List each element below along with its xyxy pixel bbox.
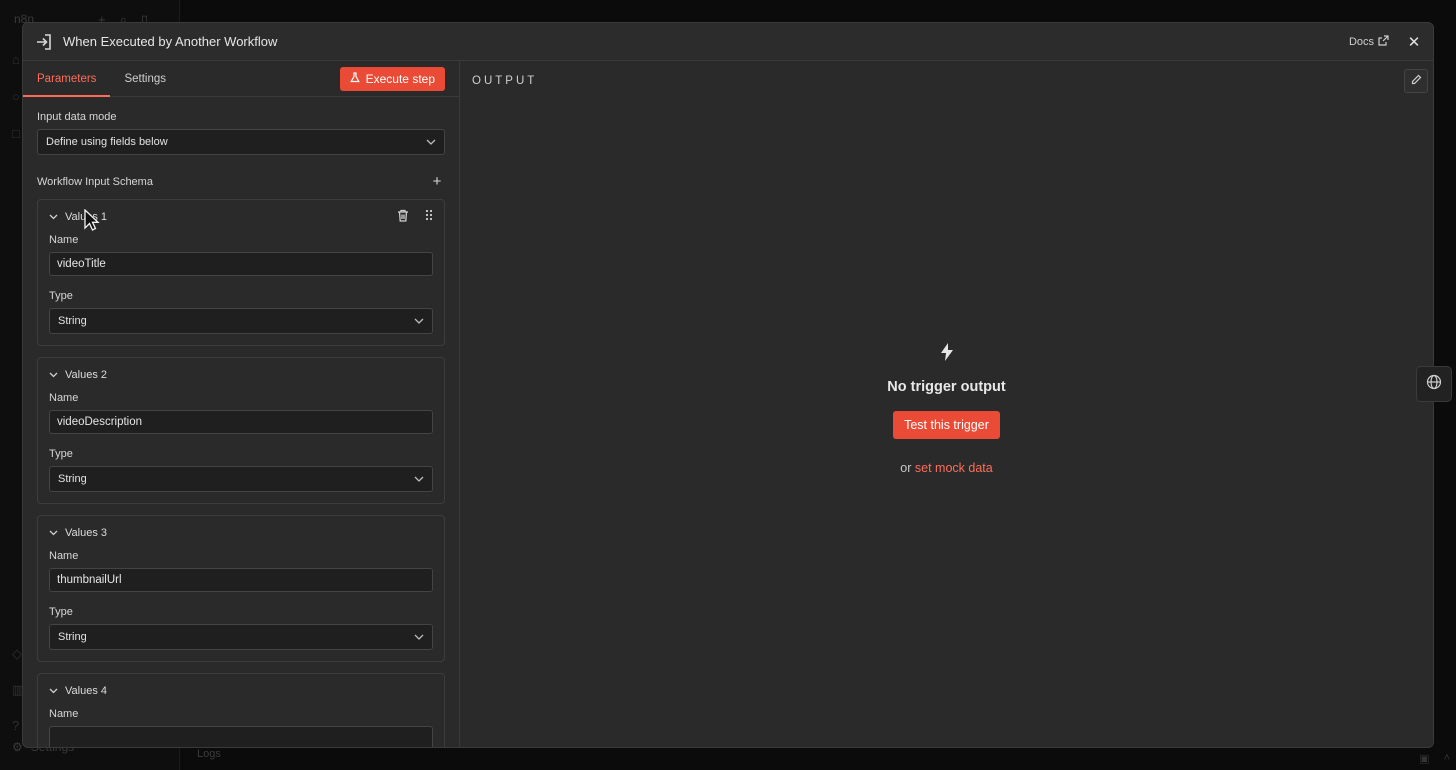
name-label: Name [49,550,79,562]
value-card: Values 4 Name [37,673,445,747]
value-card-header: Values 3 [49,524,433,541]
type-value: String [58,473,87,485]
name-input[interactable]: videoTitle [49,252,433,276]
value-card: Values 1 Name videoTitle Type String [37,199,445,346]
parameters-panel: Parameters Settings Execute step Input d… [23,61,460,747]
value-card-title: Values 2 [65,368,107,381]
docs-label: Docs [1348,35,1374,48]
or-text: or [900,461,912,475]
type-select[interactable]: String [49,308,433,334]
name-label: Name [49,234,79,246]
type-select[interactable]: String [49,624,433,650]
logs-label: Logs [197,748,221,760]
output-panel: OUTPUT No trigger output Test this trigg… [460,61,1433,747]
flask-icon [349,72,360,86]
value-card-title: Values 3 [65,526,107,539]
empty-state-title: No trigger output [887,379,1006,395]
workflow-input-schema-header: Workflow Input Schema + [37,173,445,190]
copy-icon: ▣ [1419,753,1430,765]
external-link-icon [1378,34,1389,49]
chevron-down-icon[interactable] [49,212,61,222]
test-trigger-button[interactable]: Test this trigger [893,411,1000,439]
lightning-icon [940,343,954,366]
execute-step-label: Execute step [365,72,435,86]
pencil-icon [1411,72,1422,90]
value-card: Values 2 Name videoDescription Type Stri… [37,357,445,504]
user-icon: ○ [12,89,20,104]
name-label: Name [49,392,79,404]
output-title: OUTPUT [472,75,538,87]
value-card-title: Values 4 [65,684,107,697]
docs-link[interactable]: Docs [1348,34,1389,49]
name-input[interactable]: videoDescription [49,410,433,434]
value-card-actions [397,209,433,225]
tab-parameters[interactable]: Parameters [23,61,111,97]
modal-header: When Executed by Another Workflow Docs ✕ [23,23,1433,61]
add-field-icon[interactable]: + [429,173,445,190]
tabs: Parameters Settings Execute step [23,61,459,97]
set-mock-data-link[interactable]: set mock data [915,461,993,475]
sign-in-icon [35,32,55,52]
trash-icon[interactable] [397,209,409,225]
background-footer-icons: ▣ ˄ [1419,752,1450,765]
modal-body: Parameters Settings Execute step Input d… [23,61,1433,747]
input-data-mode-label: Input data mode [37,111,117,123]
value-card-header: Values 4 [49,682,433,699]
workflow-input-schema-label: Workflow Input Schema [37,175,153,188]
input-data-mode-select[interactable]: Define using fields below [37,129,445,155]
empty-state: No trigger output Test this trigger or s… [460,343,1433,475]
tab-settings[interactable]: Settings [124,61,166,96]
modal-title: When Executed by Another Workflow [63,34,278,49]
type-value: String [58,315,87,327]
value-card-header: Values 1 [49,208,433,225]
input-data-mode-value: Define using fields below [46,136,168,148]
name-input[interactable]: thumbnailUrl [49,568,433,592]
chevron-down-icon [414,632,424,643]
execute-step-button[interactable]: Execute step [339,67,445,91]
parameters-form: Input data mode Define using fields belo… [23,97,459,747]
chevron-down-icon [426,137,436,148]
type-label: Type [49,290,73,302]
type-value: String [58,631,87,643]
name-input[interactable] [49,726,433,747]
globe-button[interactable] [1416,366,1452,402]
node-details-modal: When Executed by Another Workflow Docs ✕… [22,22,1434,748]
chevron-up-icon: ˄ [1443,752,1450,764]
background-nav: ⌂ ○ □ [12,52,20,141]
chevron-down-icon [414,316,424,327]
name-label: Name [49,708,79,720]
chevron-down-icon[interactable] [49,686,61,696]
close-icon[interactable]: ✕ [1407,33,1421,51]
value-card-header: Values 2 [49,366,433,383]
type-label: Type [49,448,73,460]
edit-output-button[interactable] [1404,69,1428,93]
type-label: Type [49,606,73,618]
globe-icon [1426,374,1442,395]
chat-icon: □ [12,126,20,141]
value-card: Values 3 Name thumbnailUrl Type String [37,515,445,662]
chevron-down-icon [414,474,424,485]
chevron-down-icon[interactable] [49,528,61,538]
value-card-title: Values 1 [65,210,107,223]
mock-data-line: or set mock data [900,461,992,475]
home-icon: ⌂ [12,52,20,67]
chevron-down-icon[interactable] [49,370,61,380]
type-select[interactable]: String [49,466,433,492]
drag-handle-icon[interactable] [425,209,433,225]
